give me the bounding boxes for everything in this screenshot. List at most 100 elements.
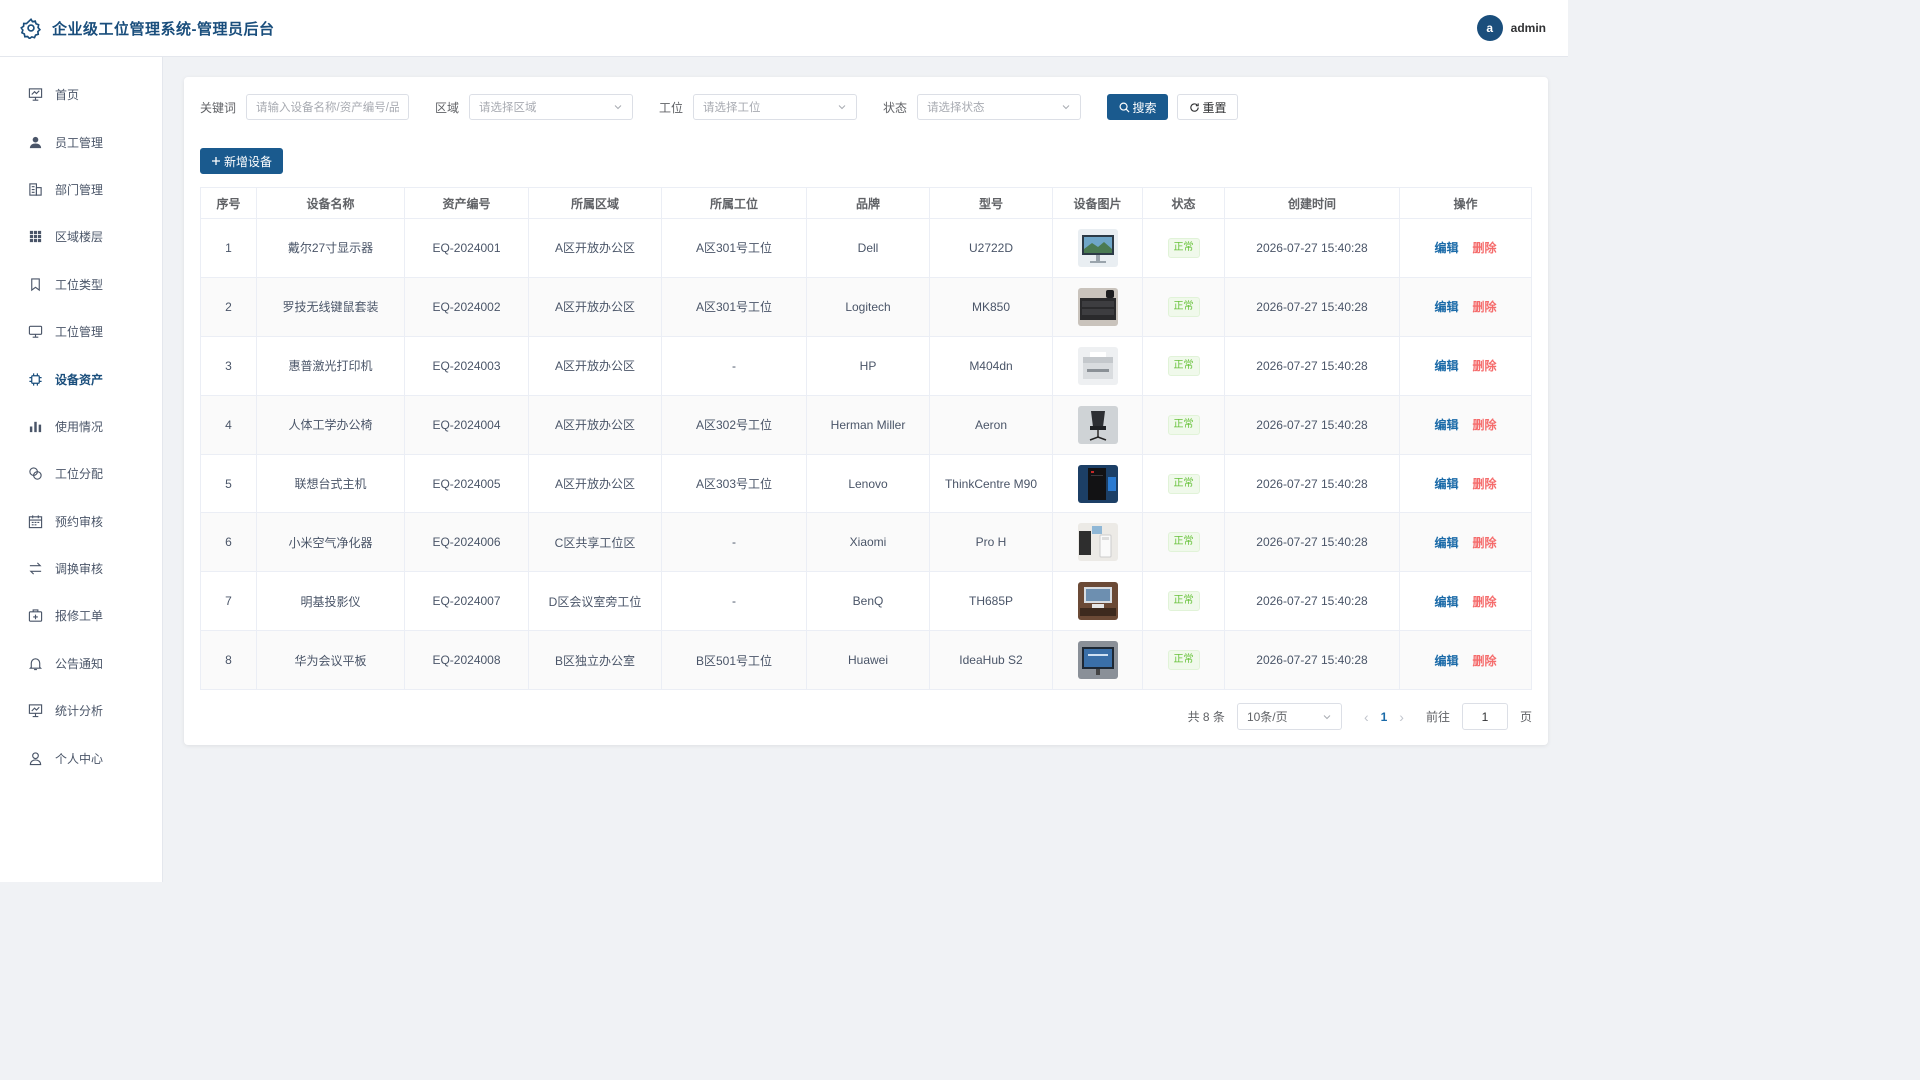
sidebar-item-swap-review[interactable]: 调换审核 — [0, 545, 162, 592]
delete-button[interactable]: 删除 — [1473, 536, 1497, 550]
created-time: 2026-07-27 15:40:28 — [1224, 394, 1400, 455]
total-count: 共 8 条 — [1187, 710, 1225, 724]
page-number[interactable]: 1 — [1381, 710, 1388, 724]
device-image-cell — [1052, 630, 1143, 691]
sidebar-item-home[interactable]: 首页 — [0, 71, 162, 118]
building-icon — [28, 182, 43, 197]
area-name: A区开放办公区 — [528, 276, 662, 337]
brand-name: Huawei — [806, 630, 930, 691]
user-icon — [28, 135, 43, 150]
area-name: A区开放办公区 — [528, 453, 662, 514]
edit-button[interactable]: 编辑 — [1434, 595, 1458, 609]
device-name: 华为会议平板 — [256, 630, 405, 691]
search-button[interactable]: 搜索 — [1107, 94, 1169, 120]
device-thumbnail[interactable] — [1077, 287, 1118, 326]
sidebar-item-assets[interactable]: 设备资产 — [0, 355, 162, 402]
sidebar-item-station-types[interactable]: 工位类型 — [0, 261, 162, 308]
asset-number: EQ-2024001 — [404, 218, 529, 278]
status-cell: 正常 — [1142, 630, 1225, 691]
device-thumbnail[interactable] — [1077, 228, 1118, 267]
actions-cell: 编辑 删除 — [1399, 630, 1532, 691]
column-header: 所属区域 — [528, 187, 662, 219]
sidebar-item-profile[interactable]: 个人中心 — [0, 734, 162, 781]
row-index: 8 — [200, 630, 257, 691]
coins-icon — [28, 466, 43, 481]
edit-button[interactable]: 编辑 — [1434, 654, 1458, 668]
station-select[interactable]: 请选择工位 — [693, 94, 858, 120]
sidebar-item-allocation[interactable]: 工位分配 — [0, 450, 162, 497]
actions-cell: 编辑 删除 — [1399, 571, 1532, 632]
station-name: B区501号工位 — [661, 630, 807, 691]
sidebar-item-repair-orders[interactable]: 报修工单 — [0, 592, 162, 639]
device-thumbnail[interactable] — [1077, 346, 1118, 385]
actions-cell: 编辑 删除 — [1399, 394, 1532, 455]
actions-cell: 编辑 删除 — [1399, 335, 1532, 396]
device-thumbnail[interactable] — [1077, 523, 1118, 562]
brand-name: HP — [806, 335, 930, 396]
area-select[interactable]: 请选择区域 — [469, 94, 634, 120]
delete-button[interactable]: 删除 — [1473, 418, 1497, 432]
delete-button[interactable]: 删除 — [1473, 241, 1497, 255]
delete-button[interactable]: 删除 — [1473, 359, 1497, 373]
asset-number: EQ-2024005 — [404, 453, 529, 514]
sidebar-item-stations[interactable]: 工位管理 — [0, 308, 162, 355]
refresh-icon — [1189, 102, 1199, 112]
delete-button[interactable]: 删除 — [1473, 654, 1497, 668]
sidebar-item-departments[interactable]: 部门管理 — [0, 166, 162, 213]
device-thumbnail[interactable] — [1077, 582, 1118, 621]
column-header: 资产编号 — [404, 187, 529, 219]
delete-button[interactable]: 删除 — [1473, 595, 1497, 609]
chevron-down-icon — [1062, 105, 1070, 110]
sidebar-item-label: 个人中心 — [55, 751, 104, 766]
bar-chart-icon — [28, 419, 43, 434]
username: admin — [1510, 21, 1546, 35]
row-index: 3 — [200, 335, 257, 396]
filter-bar: 关键词 请输入设备名称/资产编号/品... 区域 请选择区域 工位 请选择工位 … — [200, 94, 1532, 120]
edit-button[interactable]: 编辑 — [1434, 418, 1458, 432]
sidebar-item-areas[interactable]: 区域楼层 — [0, 213, 162, 260]
add-device-label: 新增设备 — [223, 154, 272, 169]
column-header: 操作 — [1399, 187, 1532, 219]
top-header: 企业级工位管理系统-管理员后台 a admin — [0, 0, 1568, 57]
add-device-button[interactable]: 新增设备 — [200, 148, 283, 174]
device-image-cell — [1052, 335, 1143, 396]
status-badge: 正常 — [1167, 296, 1200, 317]
edit-button[interactable]: 编辑 — [1434, 359, 1458, 373]
prev-page-button[interactable]: ‹ — [1364, 709, 1369, 725]
row-index: 6 — [200, 512, 257, 573]
device-thumbnail[interactable] — [1077, 405, 1118, 444]
brand-name: BenQ — [806, 571, 930, 632]
reset-button[interactable]: 重置 — [1177, 94, 1239, 120]
delete-button[interactable]: 删除 — [1473, 477, 1497, 491]
sidebar-item-employees[interactable]: 员工管理 — [0, 118, 162, 165]
model-name: ThinkCentre M90 — [929, 453, 1053, 514]
status-select[interactable]: 请选择状态 — [917, 94, 1082, 120]
sidebar-item-announcements[interactable]: 公告通知 — [0, 640, 162, 687]
edit-button[interactable]: 编辑 — [1434, 477, 1458, 491]
sidebar-item-usage[interactable]: 使用情况 — [0, 403, 162, 450]
edit-button[interactable]: 编辑 — [1434, 536, 1458, 550]
status-badge: 正常 — [1167, 532, 1200, 553]
device-name: 罗技无线键鼠套装 — [256, 276, 405, 337]
chevron-down-icon — [838, 105, 846, 110]
keyword-search-input[interactable]: 请输入设备名称/资产编号/品... — [246, 94, 410, 120]
goto-page-input[interactable]: 1 — [1461, 703, 1508, 730]
device-thumbnail[interactable] — [1077, 641, 1118, 680]
next-page-button[interactable]: › — [1399, 709, 1404, 725]
sidebar-item-label: 统计分析 — [55, 704, 104, 719]
edit-button[interactable]: 编辑 — [1434, 241, 1458, 255]
area-placeholder: 请选择区域 — [479, 102, 537, 114]
model-name: TH685P — [929, 571, 1053, 632]
delete-button[interactable]: 删除 — [1473, 300, 1497, 314]
station-name: - — [661, 571, 807, 632]
device-thumbnail[interactable] — [1077, 464, 1118, 503]
page-size-select[interactable]: 10条/页 — [1236, 703, 1342, 730]
edit-button[interactable]: 编辑 — [1434, 300, 1458, 314]
sidebar-item-statistics[interactable]: 统计分析 — [0, 687, 162, 734]
station-label: 工位 — [659, 100, 684, 115]
model-name: U2722D — [929, 218, 1053, 278]
status-placeholder: 请选择状态 — [927, 102, 985, 114]
user-menu[interactable]: a admin — [1476, 15, 1546, 41]
chevron-down-icon — [614, 105, 622, 110]
sidebar-item-booking-review[interactable]: 预约审核 — [0, 498, 162, 545]
